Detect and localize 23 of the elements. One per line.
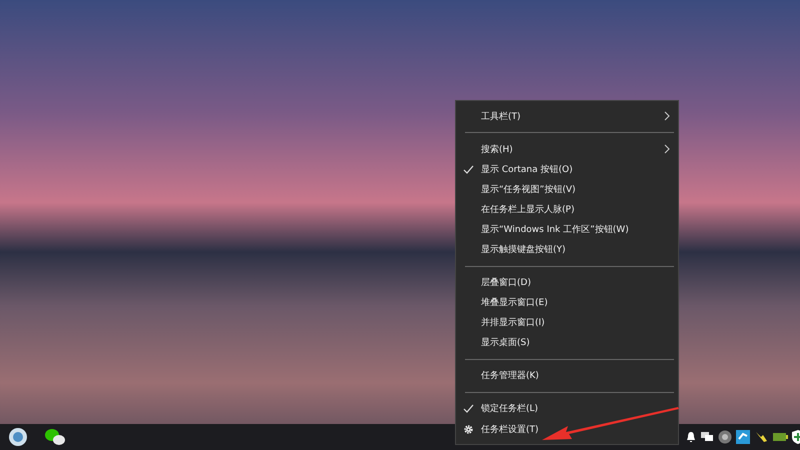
menu-item[interactable]: 任务管理器(K)	[456, 366, 678, 386]
menu-item[interactable]: 显示“任务视图”按钮(V)	[456, 179, 678, 200]
menu-item[interactable]: 并排显示窗口(I)	[456, 312, 678, 333]
menu-item[interactable]: 显示 Cortana 按钮(O)	[456, 159, 678, 180]
menu-item[interactable]: 任务栏设置(T)	[456, 418, 678, 440]
menu-item[interactable]: 在任务栏上显示人脉(P)	[456, 199, 678, 220]
menu-item[interactable]: 显示“Windows Ink 工作区”按钮(W)	[456, 219, 678, 240]
menu-item[interactable]: 显示触摸键盘按钮(Y)	[456, 240, 678, 260]
gear-icon	[463, 424, 474, 435]
bell-icon[interactable]	[686, 431, 696, 443]
chevron-right-icon	[664, 144, 670, 154]
chat-app-icon[interactable]	[44, 428, 66, 446]
network-icon[interactable]	[700, 431, 714, 443]
battery-icon[interactable]	[772, 431, 788, 443]
app-tile-icon[interactable]	[736, 430, 750, 444]
chevron-right-icon	[664, 111, 670, 122]
menu-item[interactable]: 工具栏(T)	[456, 106, 678, 126]
menu-item[interactable]: 显示桌面(S)	[456, 332, 678, 353]
menu-item[interactable]: 搜索(H)	[456, 139, 678, 160]
menu-item[interactable]: 锁定任务栏(L)	[456, 398, 678, 419]
menu-item[interactable]: 层叠窗口(D)	[456, 272, 678, 293]
globe-app-icon[interactable]	[8, 427, 28, 447]
menu-item[interactable]: 堆叠显示窗口(E)	[456, 292, 678, 313]
